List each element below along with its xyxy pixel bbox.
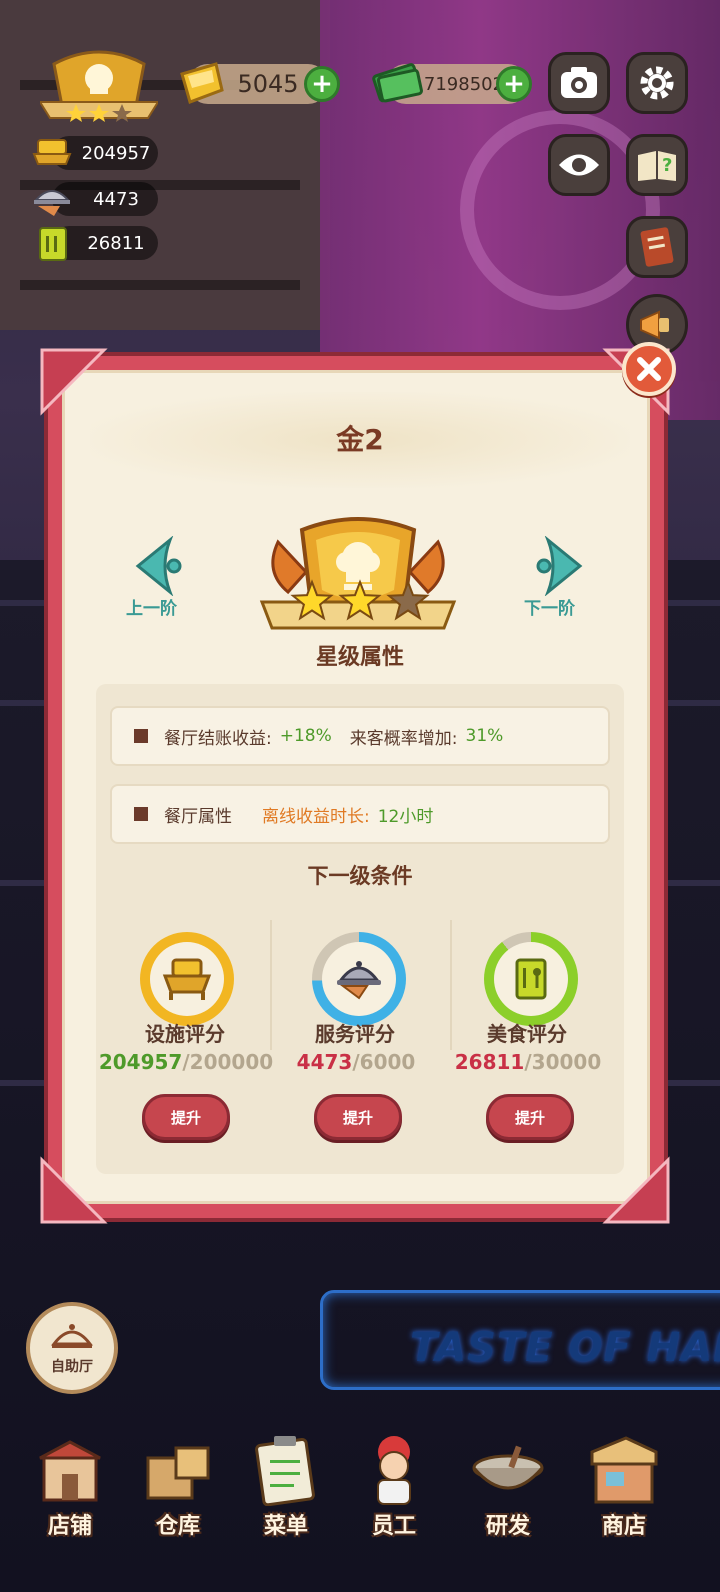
cash-count: 7198502 xyxy=(423,73,505,95)
food-current: 26811 xyxy=(454,1050,525,1074)
recipe-book-button[interactable] xyxy=(626,216,688,278)
gold-gem-icon xyxy=(180,62,224,104)
service-target: /6000 xyxy=(352,1050,416,1074)
gem-count: 5045 xyxy=(237,70,299,98)
nav-staff[interactable]: 员工 xyxy=(344,1430,444,1540)
chef-staff-icon xyxy=(377,1436,411,1505)
add-gems-button[interactable]: + xyxy=(304,66,340,102)
service-current: 4473 xyxy=(296,1050,353,1074)
service-score-progress: 4473/6000 xyxy=(266,1050,446,1074)
clipboard-menu-icon xyxy=(255,1436,315,1506)
next-tier-button[interactable]: 下一阶 xyxy=(524,594,575,619)
camera-icon xyxy=(561,67,597,98)
attr1-value: +18% xyxy=(279,726,332,746)
upgrade-facility-button[interactable]: 提升 xyxy=(142,1094,230,1140)
facility-target: /200000 xyxy=(182,1050,274,1074)
nav-menu[interactable]: 菜单 xyxy=(236,1430,336,1540)
cooking-pot-icon xyxy=(472,1445,544,1490)
star-filled-icon xyxy=(290,579,334,621)
facility-score-progress: 204957/200000 xyxy=(96,1050,276,1074)
food-score-value: 26811 xyxy=(87,232,145,254)
nav-store[interactable]: 商店 xyxy=(574,1430,674,1540)
food-target: /30000 xyxy=(524,1050,602,1074)
nav-research[interactable]: 研发 xyxy=(458,1430,558,1540)
service-cloche-icon xyxy=(337,961,381,1000)
shop-stall-icon xyxy=(590,1436,658,1504)
attribute-row-restaurant: 餐厅属性 离线收益时长: 12小时 xyxy=(110,784,610,844)
camera-button[interactable] xyxy=(548,52,610,114)
service-score-label: 服务评分 xyxy=(315,1022,395,1046)
facility-icon xyxy=(32,139,72,165)
star-empty-icon xyxy=(386,579,430,621)
service-score-value: 4473 xyxy=(93,188,139,210)
next-tier-arrow-icon[interactable] xyxy=(528,536,588,596)
upgrade-service-button[interactable]: 提升 xyxy=(314,1094,402,1140)
buffet-hall-button[interactable]: 自助厅 xyxy=(26,1302,118,1394)
nav-research-label: 研发 xyxy=(485,1514,530,1539)
bullet-icon xyxy=(134,729,148,743)
prev-tier-arrow-icon[interactable] xyxy=(130,536,190,596)
attr1-label: 餐厅结账收益: xyxy=(164,728,272,749)
nav-warehouse[interactable]: 仓库 xyxy=(128,1430,228,1540)
dialog-title: 金2 xyxy=(336,423,384,456)
question-book-icon: ? xyxy=(638,151,676,181)
dialog-corner-ornament xyxy=(40,348,108,416)
storefront-icon xyxy=(39,1440,101,1502)
nav-menu-label: 菜单 xyxy=(263,1514,308,1539)
close-button[interactable] xyxy=(622,342,676,396)
facility-score-label: 设施评分 xyxy=(145,1022,225,1046)
attr3-name: 离线收益时长: xyxy=(262,806,370,827)
crate-icon xyxy=(146,1446,210,1500)
nav-shop-front[interactable]: 店铺 xyxy=(20,1430,120,1540)
svg-text:?: ? xyxy=(662,155,672,176)
close-icon xyxy=(637,357,661,381)
buffet-hall-label: 自助厅 xyxy=(51,1359,93,1375)
prev-tier-button[interactable]: 上一阶 xyxy=(126,594,177,619)
nav-store-label: 商店 xyxy=(601,1514,646,1539)
bullet-icon xyxy=(134,807,148,821)
megaphone-icon xyxy=(640,310,669,340)
view-toggle-button[interactable] xyxy=(548,134,610,196)
attr3-label: 餐厅属性 xyxy=(164,806,232,827)
facility-score-value: 204957 xyxy=(81,142,151,164)
nav-shop-front-label: 店铺 xyxy=(47,1514,92,1539)
restaurant-rank-badge-icon[interactable] xyxy=(40,44,158,130)
guide-book-button[interactable]: ? xyxy=(626,134,688,196)
add-cash-button[interactable]: + xyxy=(496,66,532,102)
food-book-icon xyxy=(515,958,547,1000)
eye-icon xyxy=(559,154,599,176)
wall-shelf xyxy=(20,280,300,290)
service-icon xyxy=(33,190,71,216)
service-progress-ring xyxy=(312,932,406,1026)
star-attributes-title: 星级属性 xyxy=(270,632,450,684)
star-filled-icon xyxy=(338,579,382,621)
facility-progress-ring xyxy=(140,932,234,1026)
food-score-progress: 26811/30000 xyxy=(438,1050,618,1074)
attr2-label: 来客概率增加: xyxy=(349,728,458,749)
gear-icon xyxy=(640,66,674,100)
nav-staff-label: 员工 xyxy=(371,1514,416,1539)
food-book-icon xyxy=(39,227,67,261)
attr3-value: 12小时 xyxy=(377,806,434,827)
next-level-conditions-title: 下一级条件 xyxy=(307,864,413,888)
rank-star-row xyxy=(290,579,430,621)
settings-button[interactable] xyxy=(626,52,688,114)
cloche-icon xyxy=(50,1324,94,1348)
cash-stack-icon xyxy=(372,63,423,103)
facility-current: 204957 xyxy=(98,1050,183,1074)
food-progress-ring xyxy=(484,932,578,1026)
upgrade-food-button[interactable]: 提升 xyxy=(486,1094,574,1140)
food-score-label: 美食评分 xyxy=(487,1022,567,1046)
recipe-book-icon xyxy=(640,227,674,267)
attribute-row-income: 餐厅结账收益: +18% 来客概率增加: 31% xyxy=(110,706,610,766)
neon-sign-text: TASTE OF HAPPIN xyxy=(410,1325,720,1371)
attr2-value: 31% xyxy=(465,726,504,746)
facility-icon xyxy=(162,958,212,1000)
nav-warehouse-label: 仓库 xyxy=(155,1514,200,1539)
